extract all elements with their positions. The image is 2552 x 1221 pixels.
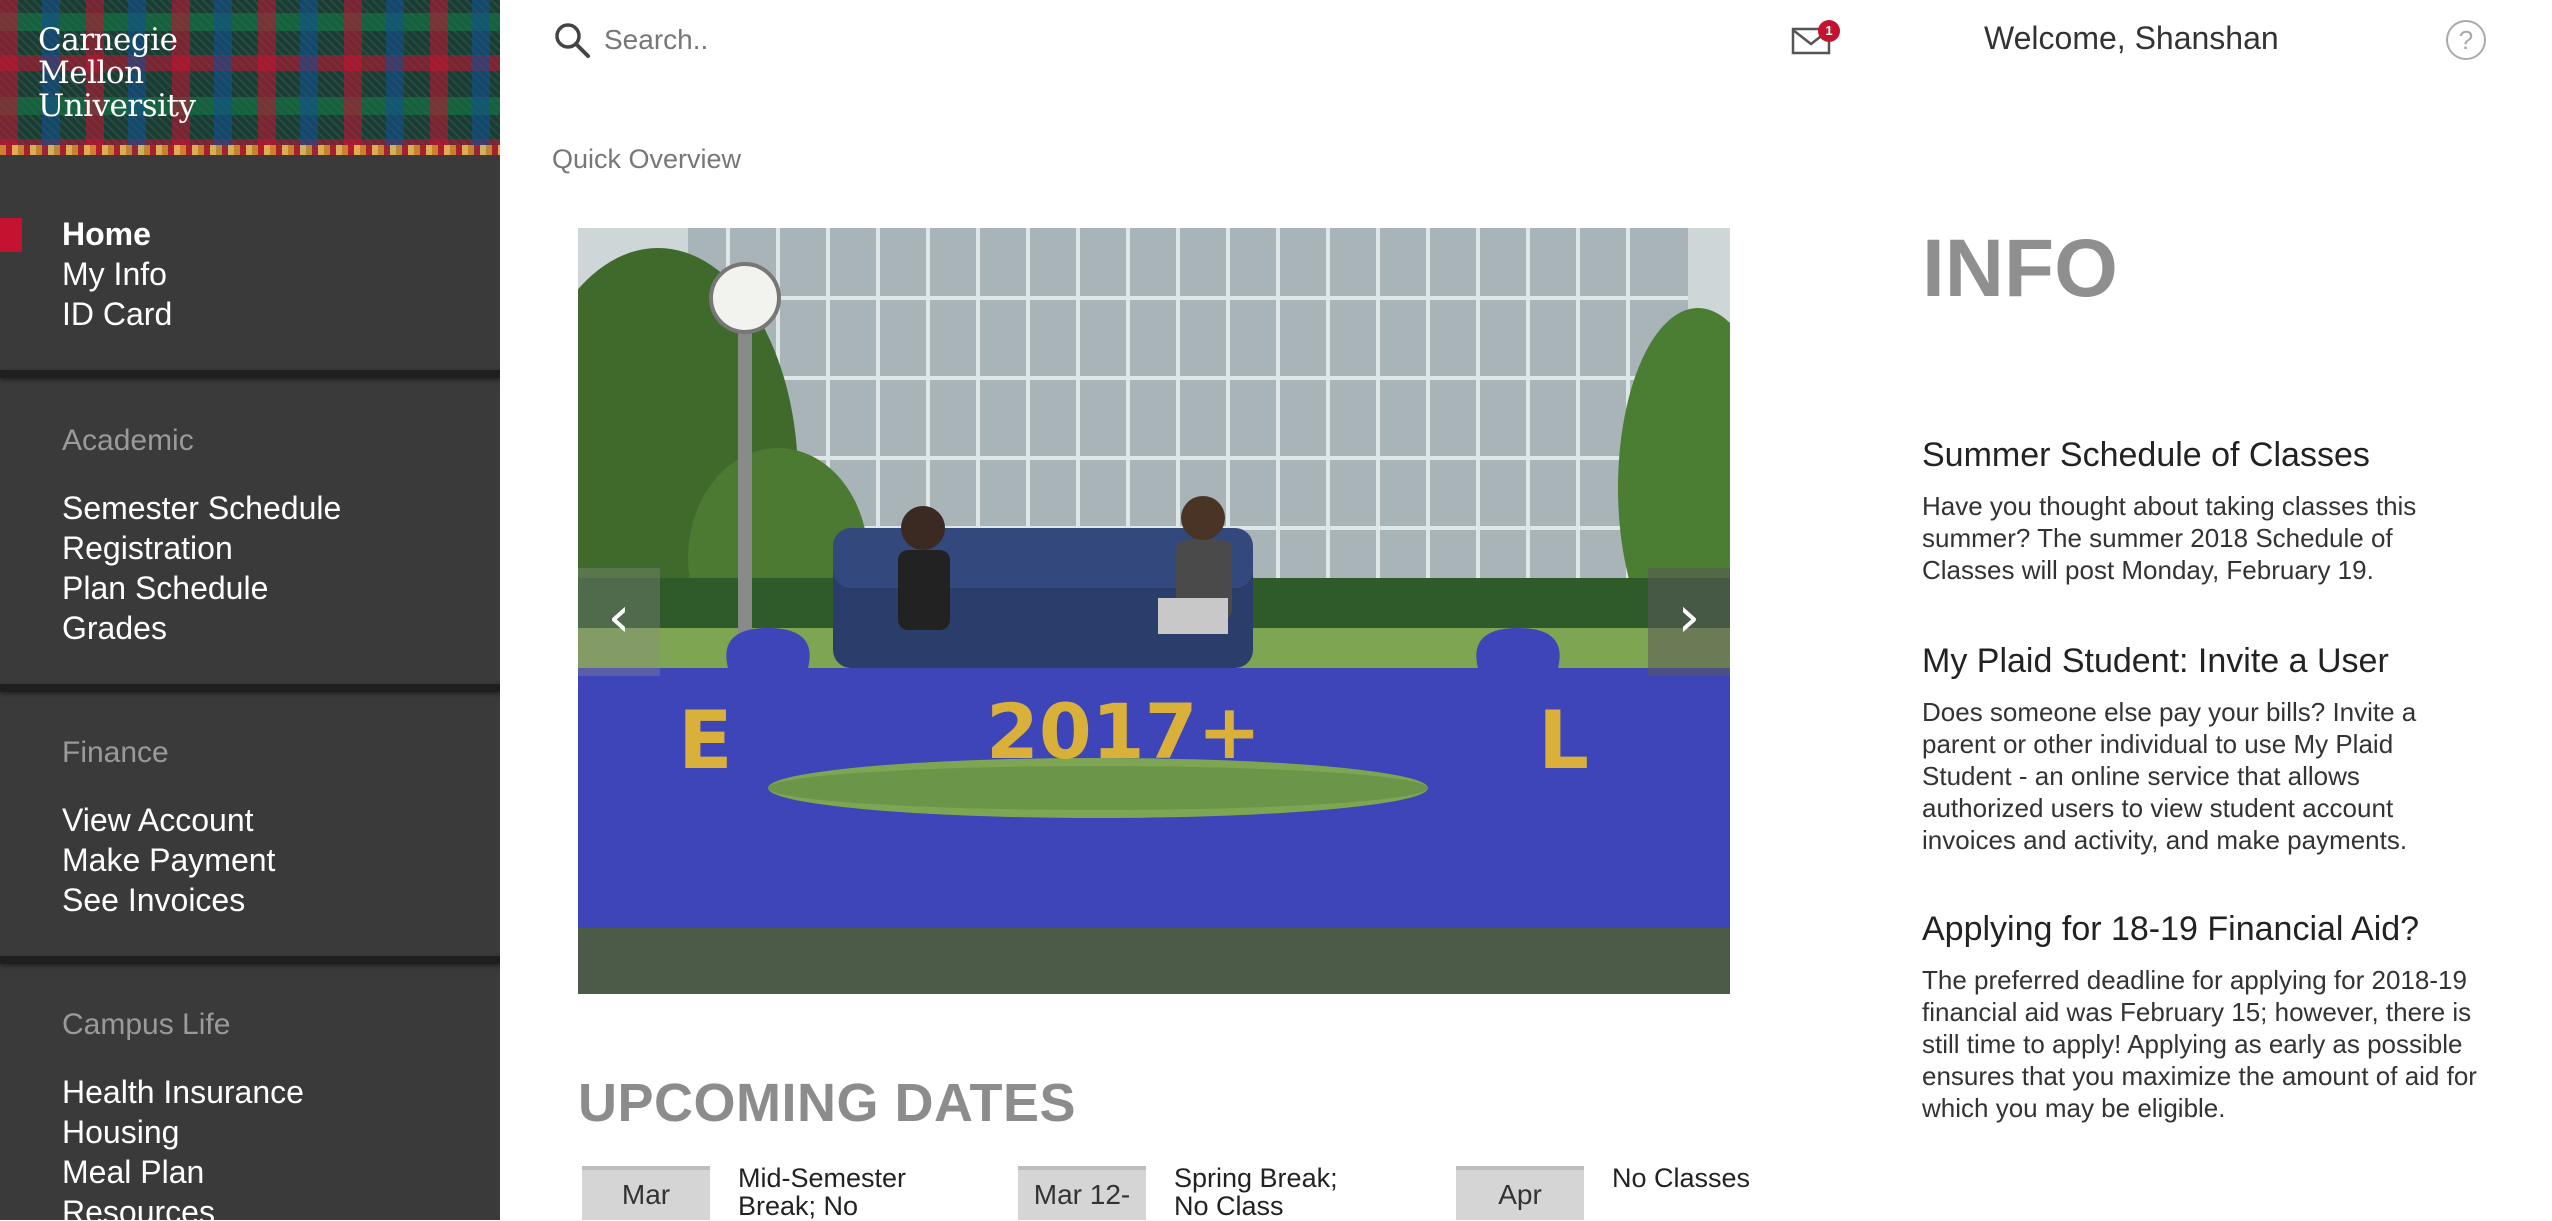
- cmu-logo[interactable]: Carnegie Mellon University: [0, 0, 500, 155]
- search-icon[interactable]: [552, 20, 592, 60]
- date-description[interactable]: No Classes: [1612, 1164, 1750, 1192]
- carousel-letter-right: L: [1538, 694, 1589, 787]
- info-item-body: Have you thought about taking classes th…: [1922, 491, 2417, 585]
- sidebar-item-semester-schedule[interactable]: Semester Schedule: [62, 488, 341, 528]
- help-icon[interactable]: ?: [2446, 20, 2486, 60]
- info-title: INFO: [1922, 223, 2118, 314]
- date-description-line: Break; No: [738, 1191, 859, 1221]
- date-tab[interactable]: Apr: [1456, 1166, 1584, 1220]
- sidebar-item-meal-plan[interactable]: Meal Plan: [62, 1152, 204, 1192]
- date-description-line: No Classes: [1612, 1163, 1751, 1193]
- sidebar-heading-finance: Finance: [62, 736, 169, 769]
- sidebar-divider: [0, 956, 500, 964]
- sidebar-item-grades[interactable]: Grades: [62, 608, 167, 648]
- sidebar-heading-academic: Academic: [62, 424, 194, 457]
- search-input[interactable]: [602, 20, 1202, 60]
- mail-notification-badge: 1: [1818, 20, 1840, 42]
- info-item-heading[interactable]: Summer Schedule of Classes: [1922, 436, 2370, 475]
- date-description-line: Spring Break;: [1174, 1163, 1338, 1193]
- welcome-message: Welcome, Shanshan: [1984, 20, 2279, 56]
- upcoming-dates-title: UPCOMING DATES: [578, 1073, 1077, 1133]
- carousel-letter-left: E: [678, 694, 733, 787]
- sidebar-item-home[interactable]: Home: [62, 214, 151, 254]
- logo-line-3: University: [38, 88, 196, 124]
- sidebar-item-make-payment[interactable]: Make Payment: [62, 840, 275, 880]
- date-tab[interactable]: Mar: [582, 1166, 710, 1220]
- image-carousel[interactable]: E 2017+ L ‹ ›: [578, 228, 1730, 994]
- tartan-fringe: [0, 145, 500, 155]
- breadcrumb: Quick Overview: [552, 144, 742, 174]
- sidebar: Carnegie Mellon University Home My Info …: [0, 0, 500, 1220]
- carousel-next-button[interactable]: ›: [1648, 568, 1730, 676]
- sidebar-item-my-info[interactable]: My Info: [62, 254, 167, 294]
- active-nav-marker: [0, 218, 22, 252]
- info-item-body: Does someone else pay your bills? Invite…: [1922, 697, 2417, 855]
- sidebar-item-resources[interactable]: Resources: [62, 1192, 215, 1220]
- date-description-line: Mid-Semester: [738, 1163, 907, 1193]
- sidebar-item-registration[interactable]: Registration: [62, 528, 233, 568]
- carousel-banner-text: 2017+: [986, 687, 1261, 776]
- date-description[interactable]: Mid-Semester Break; No: [738, 1164, 906, 1220]
- date-description-line: No Class: [1174, 1191, 1284, 1221]
- sidebar-item-health-insurance[interactable]: Health Insurance: [62, 1072, 304, 1112]
- logo-wordmark: Carnegie Mellon University: [38, 22, 196, 124]
- info-item-heading[interactable]: My Plaid Student: Invite a User: [1922, 642, 2389, 681]
- logo-line-1: Carnegie: [38, 22, 178, 58]
- sidebar-heading-campus-life: Campus Life: [62, 1008, 231, 1041]
- sidebar-item-id-card[interactable]: ID Card: [62, 294, 172, 334]
- carousel-photo: E 2017+ L: [578, 228, 1730, 994]
- sidebar-divider: [0, 370, 500, 378]
- sidebar-item-see-invoices[interactable]: See Invoices: [62, 880, 245, 920]
- date-tab[interactable]: Mar 12-: [1018, 1166, 1146, 1220]
- info-item-heading[interactable]: Applying for 18-19 Financial Aid?: [1922, 910, 2419, 949]
- sidebar-item-housing[interactable]: Housing: [62, 1112, 179, 1152]
- sidebar-divider: [0, 684, 500, 692]
- info-item-body: The preferred deadline for applying for …: [1922, 965, 2477, 1123]
- sidebar-item-view-account[interactable]: View Account: [62, 800, 254, 840]
- sidebar-item-plan-schedule[interactable]: Plan Schedule: [62, 568, 268, 608]
- carousel-prev-button[interactable]: ‹: [578, 568, 660, 676]
- logo-line-2: Mellon: [38, 55, 144, 91]
- date-description[interactable]: Spring Break; No Class: [1174, 1164, 1338, 1220]
